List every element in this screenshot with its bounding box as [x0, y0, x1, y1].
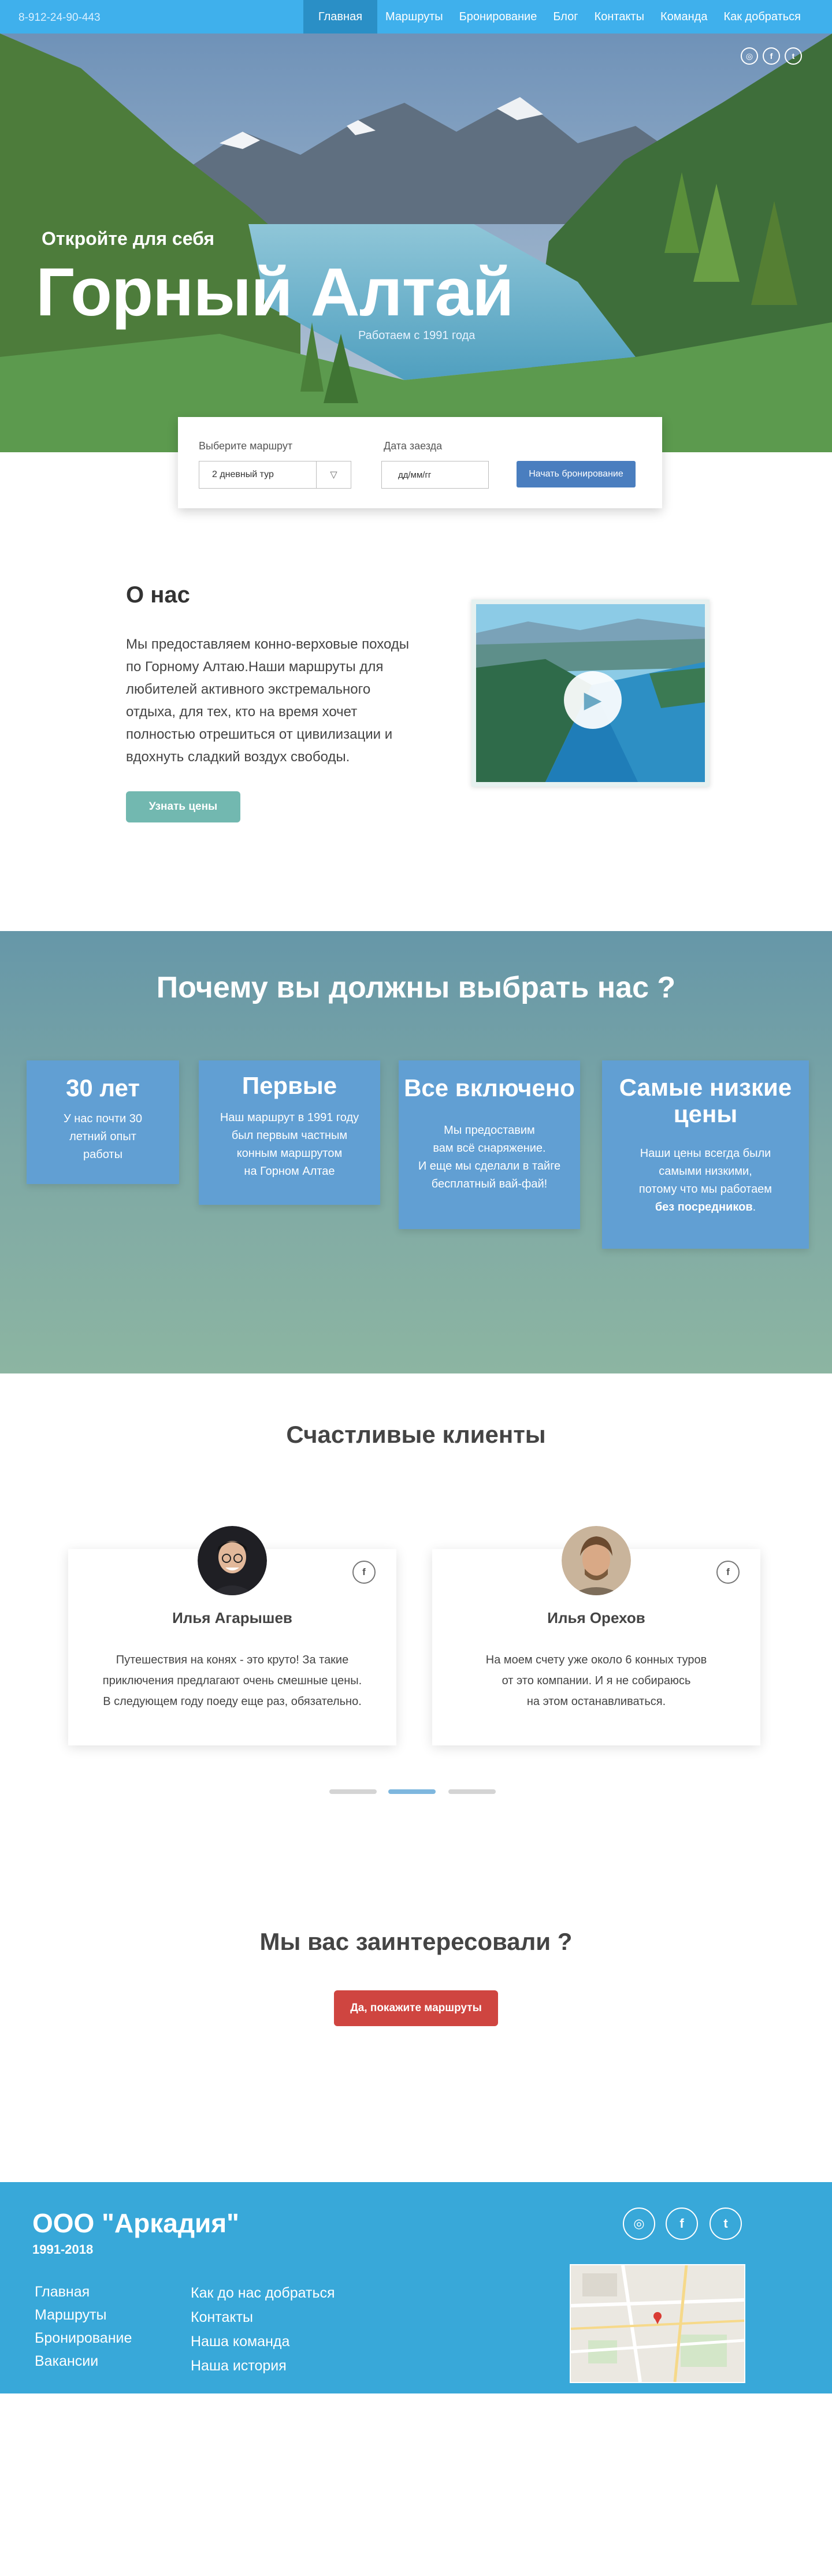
feature-text: Наши цены всегда были самыми низкими, по… — [638, 1147, 772, 1213]
carousel-dot-3[interactable] — [448, 1789, 496, 1794]
instagram-icon[interactable]: ◎ — [741, 47, 758, 65]
nav-item-routes[interactable]: Маршруты — [377, 0, 451, 33]
why-us-title: Почему вы должны выбрать нас ? — [156, 971, 676, 1004]
hero-subtitle: Откройте для себя — [42, 228, 215, 249]
footer-link-directions[interactable]: Как до нас добраться — [191, 2285, 335, 2302]
nav-item-blog[interactable]: Блог — [545, 0, 586, 33]
route-label: Выберите маршрут — [199, 440, 293, 452]
page: 8-912-24-90-443 Главная Маршруты Брониро… — [0, 0, 832, 2576]
feature-heading: Все включено — [404, 1074, 575, 1101]
feature-card-low-prices: Самые низкие цены Наши цены всегда были … — [602, 1060, 809, 1249]
date-input-placeholder: дд/мм/гг — [398, 470, 432, 480]
phone-number[interactable]: 8-912-24-90-443 — [18, 12, 101, 24]
cta-title: Мы вас заинтересовали ? — [259, 1928, 573, 1955]
footer-link-home[interactable]: Главная — [35, 2284, 90, 2300]
nav-item-team[interactable]: Команда — [652, 0, 715, 33]
instagram-icon[interactable]: ◎ — [623, 2208, 655, 2240]
carousel-dot-1[interactable] — [329, 1789, 377, 1794]
review-text: На моем счету уже около 6 конных туров о… — [485, 1654, 707, 1708]
map-image — [571, 2265, 744, 2382]
hero-title: Горный Алтай — [36, 254, 514, 330]
chevron-down-icon[interactable]: ▽ — [316, 461, 351, 488]
feature-text: У нас почти 30 летний опыт работы — [63, 1112, 143, 1161]
prices-button[interactable]: Узнать цены — [126, 791, 240, 822]
feature-card-all-inclusive: Все включено Мы предоставим вам всё снар… — [399, 1060, 580, 1229]
hero-social-links: ◎ f t — [741, 47, 802, 65]
company-years: 1991-2018 — [32, 2242, 94, 2257]
facebook-icon[interactable]: f — [716, 1561, 740, 1584]
footer-link-routes[interactable]: Маршруты — [35, 2307, 107, 2324]
route-select[interactable]: 2 дневный тур ▽ — [199, 461, 351, 489]
main-nav: Главная Маршруты Бронирование Блог Конта… — [303, 0, 809, 33]
carousel-dot-2[interactable] — [388, 1789, 436, 1794]
feature-card-first: Первые Наш маршрут в 1991 году был первы… — [199, 1060, 380, 1205]
review-text: Путешествия на конях - это круто! За так… — [102, 1654, 362, 1708]
footer-link-vacancies[interactable]: Вакансии — [35, 2353, 98, 2370]
clients-title: Счастливые клиенты — [286, 1421, 546, 1448]
why-us-section: Почему вы должны выбрать нас ? 30 лет У … — [0, 931, 832, 1373]
facebook-icon[interactable]: f — [352, 1561, 376, 1584]
review-author: Илья Агарышев — [172, 1609, 292, 1626]
nav-item-directions[interactable]: Как добраться — [715, 0, 809, 33]
footer-link-team[interactable]: Наша команда — [191, 2333, 289, 2350]
play-icon[interactable]: ▶ — [564, 671, 622, 729]
about-video[interactable]: ▶ — [471, 600, 710, 787]
footer-link-contacts[interactable]: Контакты — [191, 2309, 253, 2326]
twitter-icon[interactable]: t — [710, 2208, 742, 2240]
review-author: Илья Орехов — [547, 1609, 645, 1626]
footer-link-history[interactable]: Наша история — [191, 2358, 287, 2374]
date-input[interactable]: дд/мм/гг — [381, 461, 489, 489]
location-map[interactable] — [570, 2264, 745, 2383]
hero-since: Работаем с 1991 года — [358, 329, 476, 342]
nav-item-home[interactable]: Главная — [303, 0, 378, 33]
feature-text: Наш маршрут в 1991 году был первым частн… — [220, 1111, 359, 1178]
facebook-icon[interactable]: f — [666, 2208, 698, 2240]
nav-item-booking[interactable]: Бронирование — [451, 0, 545, 33]
about-title: О нас — [126, 582, 190, 608]
start-booking-button[interactable]: Начать бронирование — [517, 461, 636, 487]
avatar — [562, 1526, 631, 1595]
top-navbar: 8-912-24-90-443 Главная Маршруты Брониро… — [0, 0, 832, 33]
feature-card-experience: 30 лет У нас почти 30 летний опыт работы — [27, 1060, 179, 1184]
facebook-icon[interactable]: f — [763, 47, 780, 65]
feature-heading: 30 лет — [66, 1074, 140, 1101]
show-routes-button[interactable]: Да, покажите маршруты — [334, 1990, 498, 2026]
booking-form: Выберите маршрут 2 дневный тур ▽ Дата за… — [178, 417, 662, 508]
feature-heading: Первые — [242, 1072, 337, 1099]
review-card: f Илья Орехов На моем счету уже около 6 … — [432, 1526, 760, 1745]
footer: ООО "Аркадия" 1991-2018 Главная Маршруты… — [0, 2182, 832, 2393]
twitter-icon[interactable]: t — [785, 47, 802, 65]
footer-link-booking[interactable]: Бронирование — [35, 2330, 132, 2347]
company-name: ООО "Аркадия" — [32, 2208, 239, 2238]
date-label: Дата заезда — [384, 440, 443, 452]
about-text: Мы предоставляем конно-верховые походы п… — [126, 636, 410, 765]
nav-item-contacts[interactable]: Контакты — [586, 0, 652, 33]
avatar — [198, 1526, 267, 1595]
hero-banner: ◎ f t Откройте для себя Горный Алтай Раб… — [0, 33, 832, 452]
feature-heading: Самые низкие цены — [619, 1074, 792, 1127]
review-card: f Илья Агарышев Путешествия на конях - э… — [68, 1526, 396, 1745]
feature-text: Мы предоставим вам всё снаряжение. И еще… — [418, 1124, 561, 1190]
route-select-value: 2 дневный тур — [212, 470, 274, 479]
